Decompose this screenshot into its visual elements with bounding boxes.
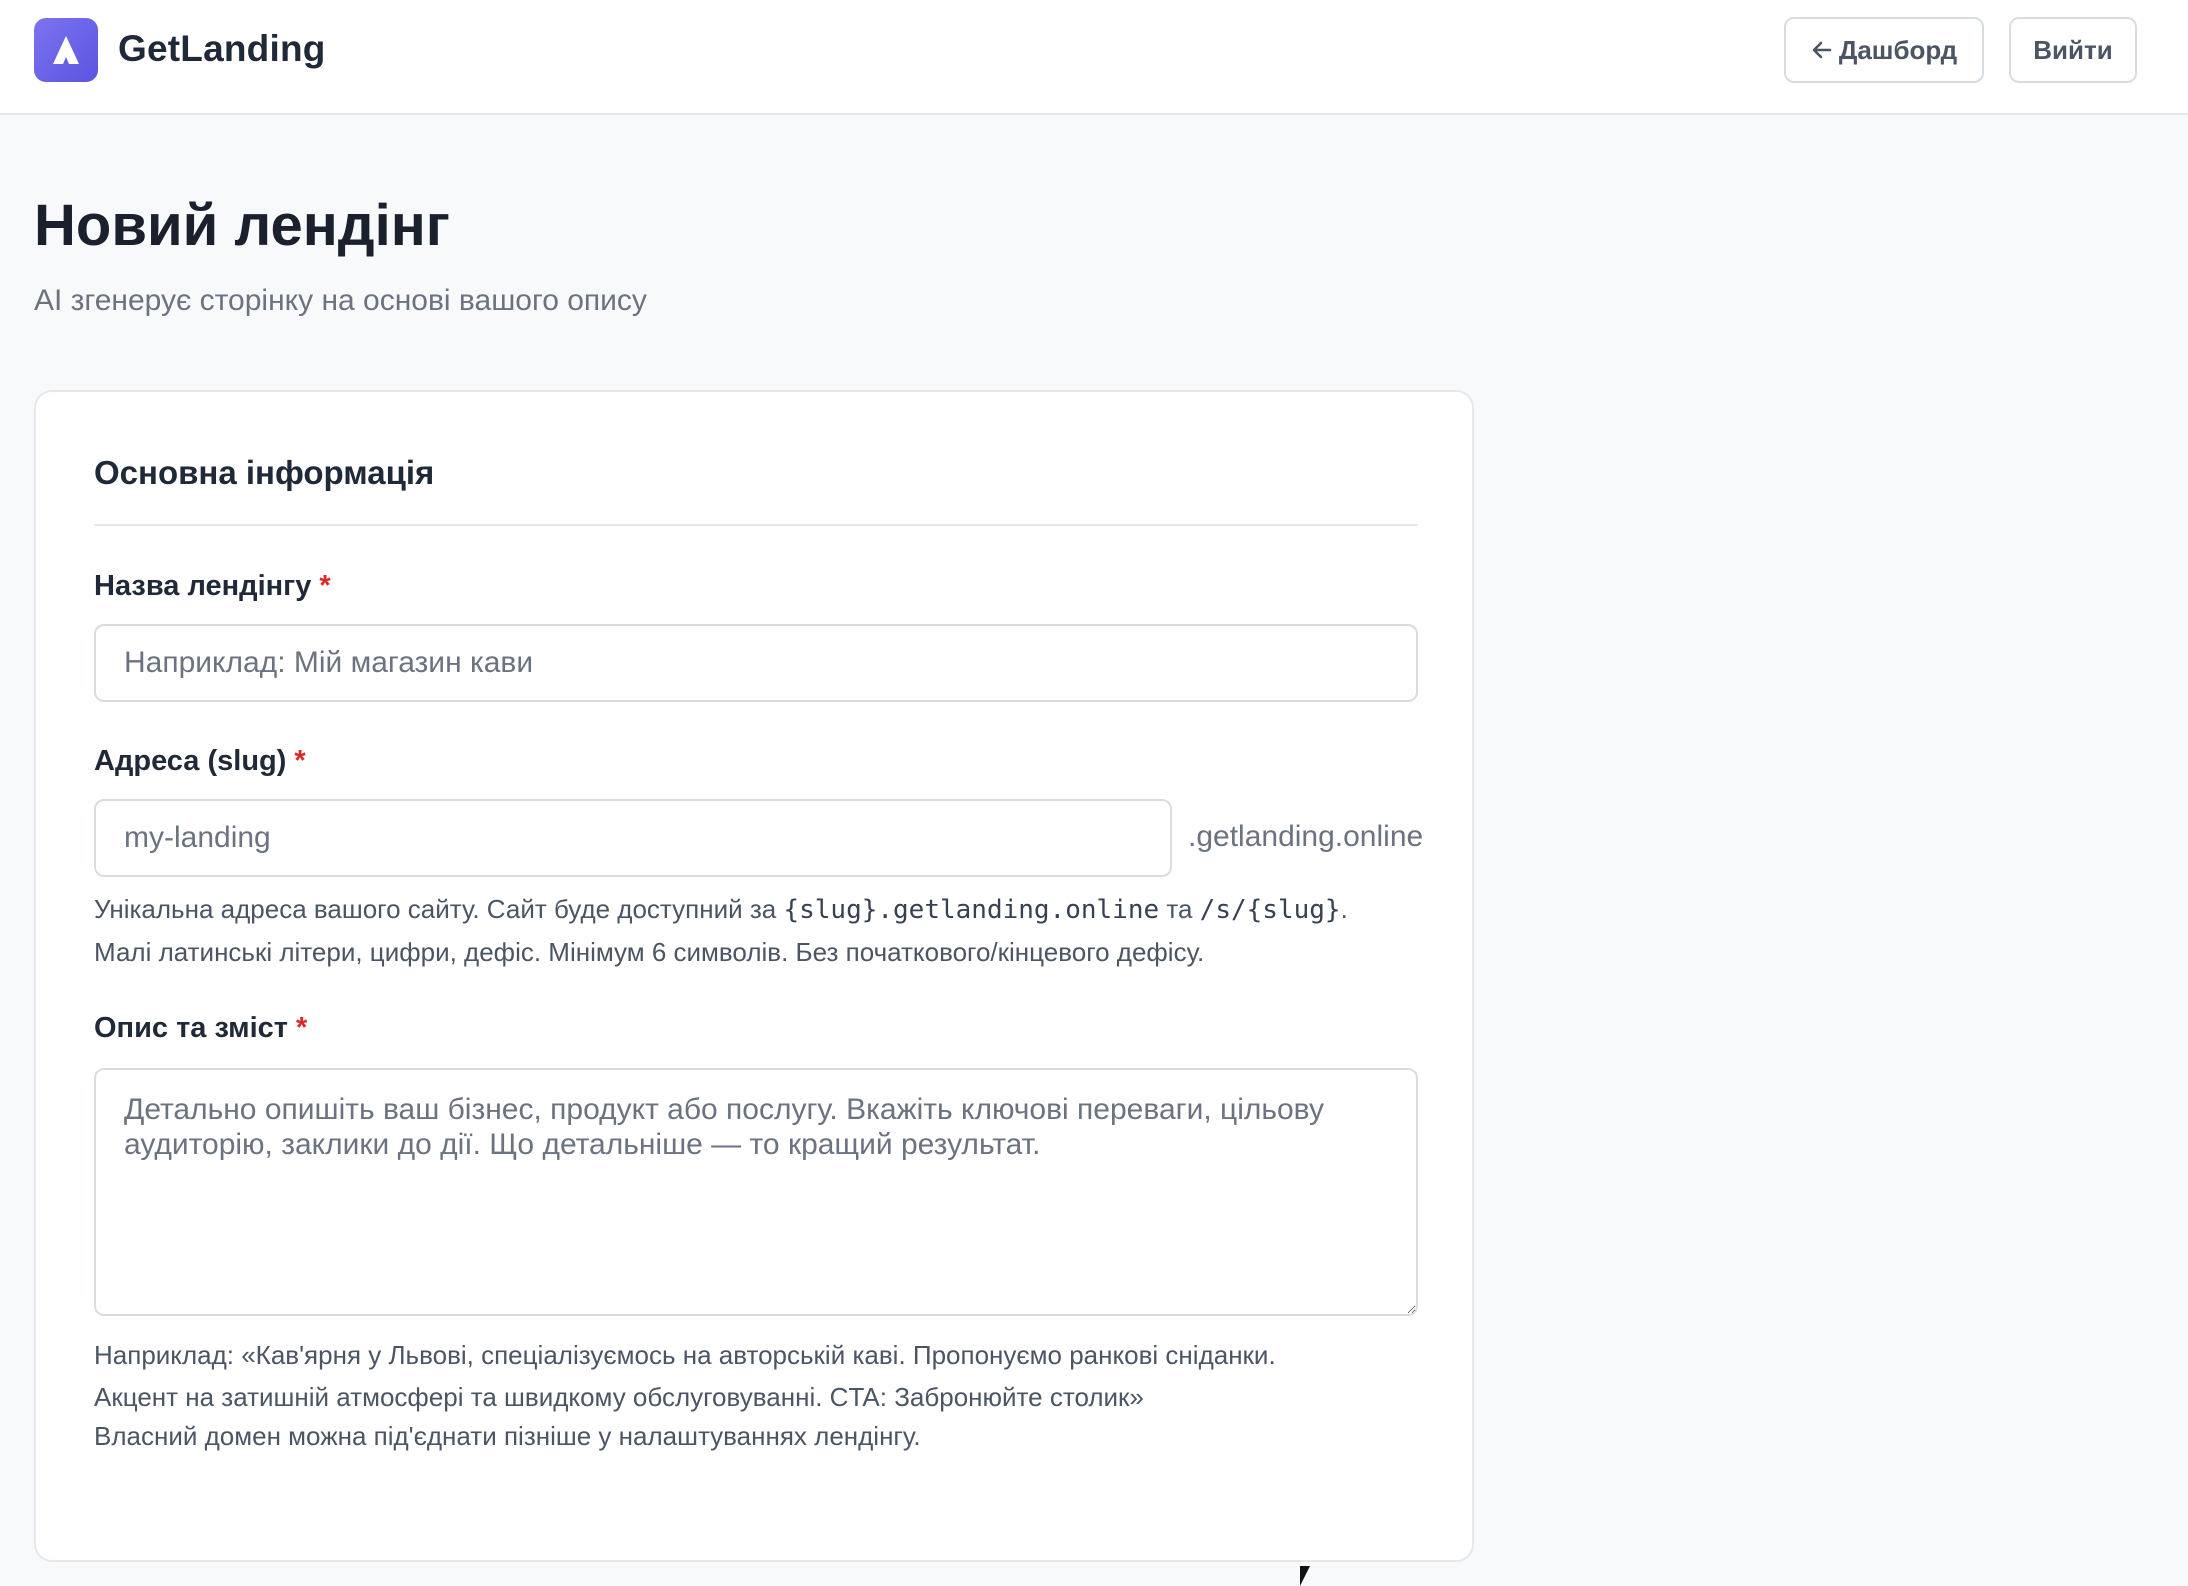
slug-hint-mid: та (1159, 894, 1200, 924)
required-mark: * (319, 570, 331, 602)
slug-hint: Унікальна адреса вашого сайту. Сайт буде… (94, 888, 1424, 973)
slug-field-label: Адреса (slug) * (94, 745, 306, 778)
slug-label-text: Адреса (slug) (94, 745, 287, 777)
triangle-a-icon (53, 36, 79, 64)
description-example-line1: Наприклад: «Кав'ярня у Львові, спеціаліз… (94, 1340, 1276, 1370)
description-example-line2: Акцент на затишній атмосфері та швидкому… (94, 1382, 1144, 1412)
dashboard-button[interactable]: Дашборд (1784, 17, 1984, 83)
description-example: Наприклад: «Кав'ярня у Львові, спеціаліз… (94, 1334, 1424, 1418)
mouse-cursor-icon (1300, 1566, 1310, 1586)
brand-name[interactable]: GetLanding (118, 28, 326, 70)
page-subtitle: AI згенерує сторінку на основі вашого оп… (34, 284, 647, 317)
name-field-label: Назва лендінгу * (94, 570, 331, 603)
slug-hint-code-path: /s/{slug} (1199, 895, 1341, 925)
slug-hint-prefix: Унікальна адреса вашого сайту. Сайт буде… (94, 894, 784, 924)
logout-button[interactable]: Вийти (2009, 17, 2137, 83)
main-info-card: Основна інформація Назва лендінгу* Адрес… (34, 390, 1474, 1562)
slug-domain-suffix: .getlanding.online (1188, 820, 1424, 853)
dashboard-button-label: Дашборд (1838, 34, 1958, 65)
slug-hint-end: . (1340, 894, 1348, 924)
landing-name-input[interactable] (94, 624, 1418, 702)
top-navbar: GetLanding Дашборд Вийти (0, 0, 2188, 115)
custom-domain-note: Власний домен можна під'єднати пізніше у… (94, 1421, 921, 1451)
page-title: Новий лендінг (34, 193, 450, 258)
required-mark: * (296, 1012, 308, 1044)
section-divider (94, 524, 1418, 526)
section-title: Основна інформація (94, 454, 435, 491)
slug-hint-line2: Малі латинські літери, цифри, дефіс. Мін… (94, 937, 1205, 967)
description-label-text: Опис та зміст (94, 1012, 289, 1044)
description-textarea[interactable] (94, 1068, 1418, 1316)
logo[interactable] (34, 18, 98, 82)
slug-hint-code-domain: {slug}.getlanding.online (783, 895, 1160, 925)
description-field-label: Опис та зміст * (94, 1012, 307, 1045)
arrow-left-icon (1812, 41, 1832, 59)
slug-input[interactable] (94, 799, 1172, 877)
slug-hint-line1: Унікальна адреса вашого сайту. Сайт буде… (94, 888, 1424, 931)
name-label-text: Назва лендінгу (94, 570, 312, 602)
required-mark: * (294, 745, 306, 777)
